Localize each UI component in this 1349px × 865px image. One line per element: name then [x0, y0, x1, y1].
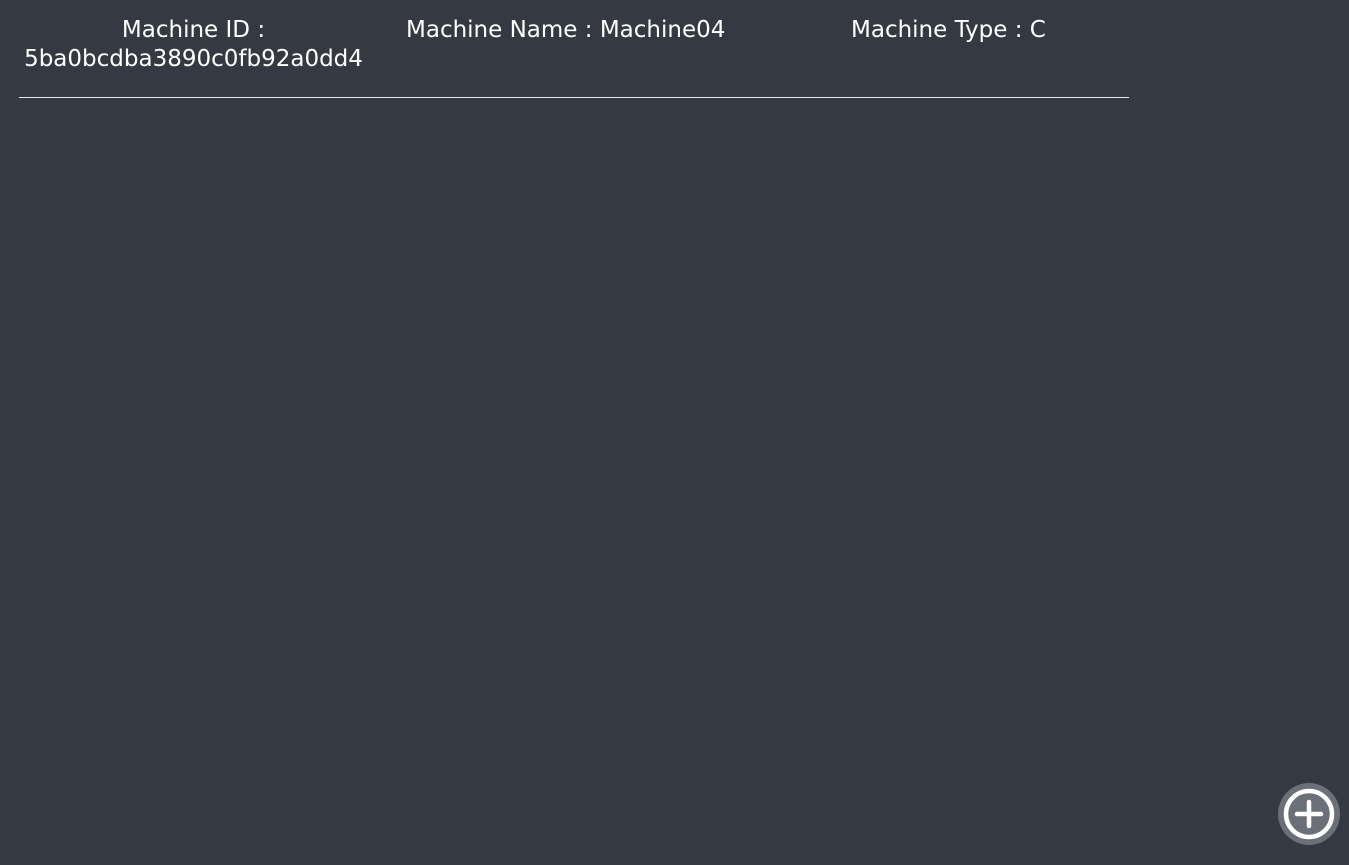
- machine-id-label: Machine ID :: [121, 17, 266, 43]
- machine-name-label: Machine Name :: [406, 17, 593, 43]
- plus-circle-icon: [1283, 788, 1335, 840]
- add-button[interactable]: [1278, 783, 1340, 845]
- machine-name-value: Machine04: [599, 17, 726, 43]
- machine-id-info: Machine ID : 5ba0bcdba3890c0fb92a0dd4: [19, 16, 368, 74]
- machine-info-header: Machine ID : 5ba0bcdba3890c0fb92a0dd4 Ma…: [19, 14, 1129, 98]
- machine-name-info: Machine Name : Machine04: [406, 16, 725, 45]
- machine-page: Machine ID : 5ba0bcdba3890c0fb92a0dd4 Ma…: [0, 0, 1349, 865]
- machine-type-value: C: [1029, 17, 1046, 43]
- machine-type-info: Machine Type : C: [851, 16, 1046, 45]
- machine-type-label: Machine Type :: [851, 17, 1023, 43]
- machine-id-value: 5ba0bcdba3890c0fb92a0dd4: [24, 46, 363, 72]
